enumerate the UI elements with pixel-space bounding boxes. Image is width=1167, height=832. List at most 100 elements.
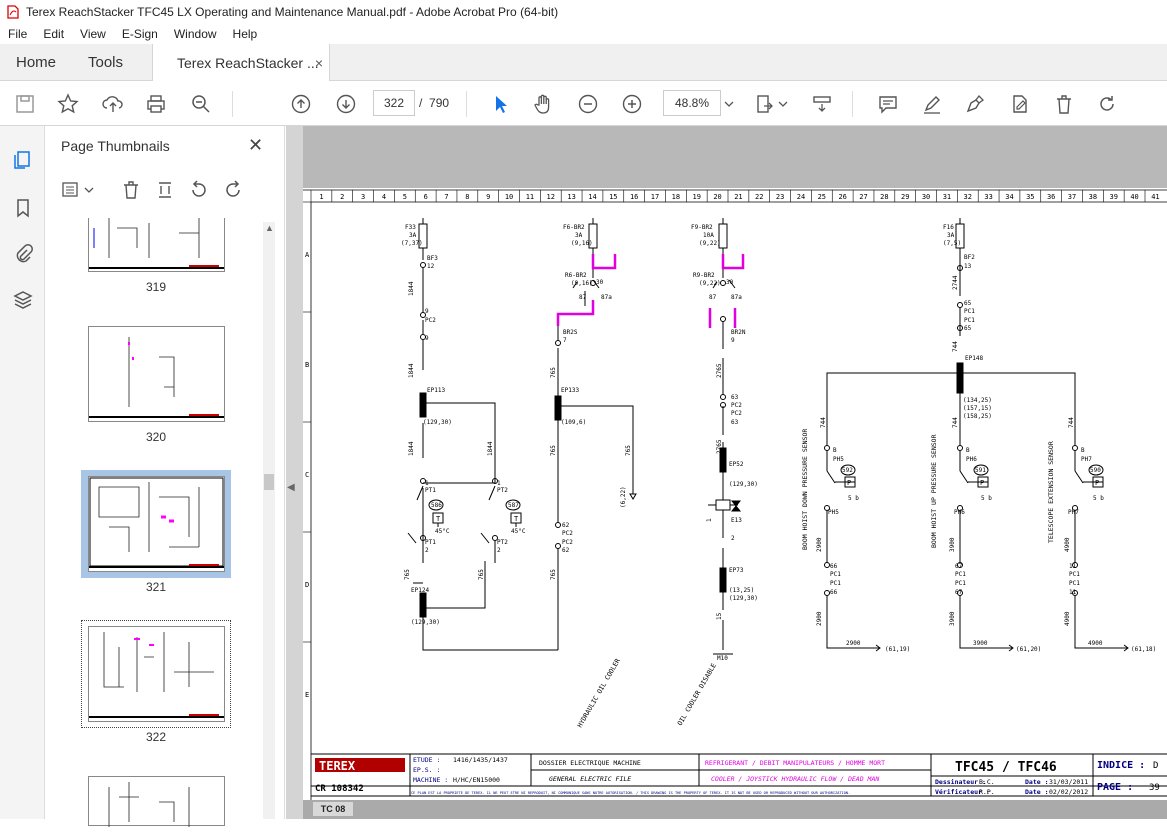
row-letter: D — [305, 581, 309, 589]
column-number: 18 — [672, 193, 680, 201]
panel-close-icon[interactable]: ✕ — [248, 135, 263, 156]
svg-text:PH7: PH7 — [1068, 509, 1079, 516]
bookmark-star-icon[interactable] — [55, 91, 81, 117]
zoom-level-input[interactable]: 48.8% — [663, 90, 721, 116]
select-cursor-icon[interactable] — [487, 91, 513, 117]
scroll-up-icon[interactable]: ▲ — [265, 223, 274, 233]
delete-trash-icon[interactable] — [1051, 91, 1077, 117]
extract-page-icon[interactable] — [153, 178, 177, 202]
thumbnail-label: 319 — [145, 280, 167, 294]
panel-scroll-thumb[interactable] — [264, 474, 274, 490]
svg-text:1416/1435/1437: 1416/1435/1437 — [453, 756, 508, 764]
svg-text:PC2: PC2 — [562, 539, 573, 546]
page-thumbnails-icon[interactable] — [11, 148, 35, 172]
svg-text:TFC45 / TFC46: TFC45 / TFC46 — [955, 760, 1057, 775]
svg-text:EP148: EP148 — [965, 355, 983, 362]
menu-window[interactable]: Window — [166, 27, 225, 41]
delete-page-icon[interactable] — [119, 178, 143, 202]
panel-toolbar — [45, 170, 285, 210]
redo-icon[interactable] — [1094, 91, 1120, 117]
svg-text:PC1: PC1 — [955, 571, 966, 578]
tab-home[interactable]: Home — [16, 44, 56, 81]
page-fit-dropdown-icon[interactable] — [776, 91, 790, 117]
column-number: 16 — [630, 193, 638, 201]
menu-help[interactable]: Help — [225, 27, 266, 41]
svg-text:744: 744 — [820, 417, 827, 428]
acrobat-icon — [6, 4, 20, 20]
highlight-pen-icon[interactable] — [919, 91, 945, 117]
tab-close-icon[interactable]: × — [315, 55, 323, 71]
sign-pen-icon[interactable] — [962, 91, 988, 117]
tab-tools[interactable]: Tools — [88, 44, 123, 81]
svg-text:591: 591 — [975, 467, 986, 474]
column-number: 3 — [361, 193, 365, 201]
column-number: 22 — [755, 193, 763, 201]
row-ruler: A B C D E — [303, 201, 311, 699]
tab-document[interactable]: Terex ReachStacker ... × — [152, 44, 330, 82]
thumbnail-322[interactable] — [88, 626, 225, 722]
column-number: 38 — [1089, 193, 1097, 201]
comment-icon[interactable] — [875, 91, 901, 117]
thumbnail-320[interactable] — [88, 326, 225, 422]
svg-text:2900: 2900 — [846, 640, 861, 647]
svg-text:B.C.: B.C. — [979, 778, 995, 786]
thumbnail-label: 322 — [145, 730, 167, 744]
svg-text:2: 2 — [497, 547, 501, 554]
rotate-right-icon[interactable] — [221, 178, 245, 202]
svg-text:TELESCOPE EXTENSION SENSOR: TELESCOPE EXTENSION SENSOR — [1047, 441, 1055, 543]
svg-text:5 b: 5 b — [848, 495, 859, 502]
svg-text:765: 765 — [404, 569, 411, 580]
menu-view[interactable]: View — [72, 27, 114, 41]
zoom-search-icon[interactable] — [188, 91, 214, 117]
page-fit-icon[interactable] — [752, 91, 778, 117]
layers-icon[interactable] — [11, 288, 35, 312]
svg-text:2: 2 — [731, 535, 735, 542]
svg-text:(7,37): (7,37) — [401, 240, 423, 247]
bookmarks-icon[interactable] — [11, 196, 35, 220]
zoom-out-icon[interactable] — [575, 91, 601, 117]
svg-text:BF2: BF2 — [964, 254, 975, 261]
thumbnail-321[interactable] — [88, 476, 225, 572]
rotate-left-icon[interactable] — [187, 178, 211, 202]
upload-icon[interactable] — [100, 91, 126, 117]
page-number-input[interactable]: 322 — [373, 90, 415, 116]
svg-text:62: 62 — [562, 522, 570, 529]
tab-document-label: Terex ReachStacker ... — [177, 55, 319, 71]
save-icon[interactable] — [12, 91, 38, 117]
collapse-panel-icon[interactable]: ◀ — [287, 482, 295, 493]
svg-text:45°C: 45°C — [435, 528, 450, 535]
svg-text:63: 63 — [731, 419, 739, 426]
page-gap — [303, 126, 1167, 188]
svg-text:592: 592 — [842, 467, 853, 474]
scroll-mode-icon[interactable] — [809, 91, 835, 117]
svg-text:(9,16): (9,16) — [571, 280, 593, 287]
menu-esign[interactable]: E-Sign — [114, 27, 166, 41]
thumbnail-options-icon[interactable] — [60, 178, 96, 202]
attachments-icon[interactable] — [11, 242, 35, 266]
svg-text:9: 9 — [731, 337, 735, 344]
window-title: Terex ReachStacker TFC45 LX Operating an… — [26, 5, 559, 19]
svg-text:744: 744 — [952, 417, 959, 428]
menu-file[interactable]: File — [0, 27, 35, 41]
thumbnail-319[interactable] — [88, 218, 225, 272]
svg-text:(9,22): (9,22) — [699, 240, 721, 247]
edit-pdf-icon[interactable] — [1007, 91, 1033, 117]
svg-text:(13,25): (13,25) — [729, 587, 754, 594]
print-icon[interactable] — [143, 91, 169, 117]
page-down-icon[interactable] — [333, 91, 359, 117]
hand-tool-icon[interactable] — [530, 91, 556, 117]
svg-text:T: T — [436, 515, 441, 523]
panel-scrollbar[interactable] — [263, 222, 275, 819]
zoom-in-icon[interactable] — [619, 91, 645, 117]
svg-text:PC2: PC2 — [425, 317, 436, 324]
svg-text:2744: 2744 — [952, 275, 959, 290]
zoom-dropdown-icon[interactable] — [722, 91, 736, 117]
page-up-icon[interactable] — [288, 91, 314, 117]
menu-edit[interactable]: Edit — [35, 27, 72, 41]
svg-text:F16: F16 — [943, 224, 954, 231]
svg-text:11: 11 — [1069, 563, 1077, 570]
svg-text:587: 587 — [508, 502, 519, 509]
svg-text:DOSSIER ELECTRIQUE MACHINE: DOSSIER ELECTRIQUE MACHINE — [539, 759, 641, 767]
svg-text:PH5: PH5 — [833, 456, 844, 463]
svg-text:R.P.: R.P. — [979, 788, 995, 796]
